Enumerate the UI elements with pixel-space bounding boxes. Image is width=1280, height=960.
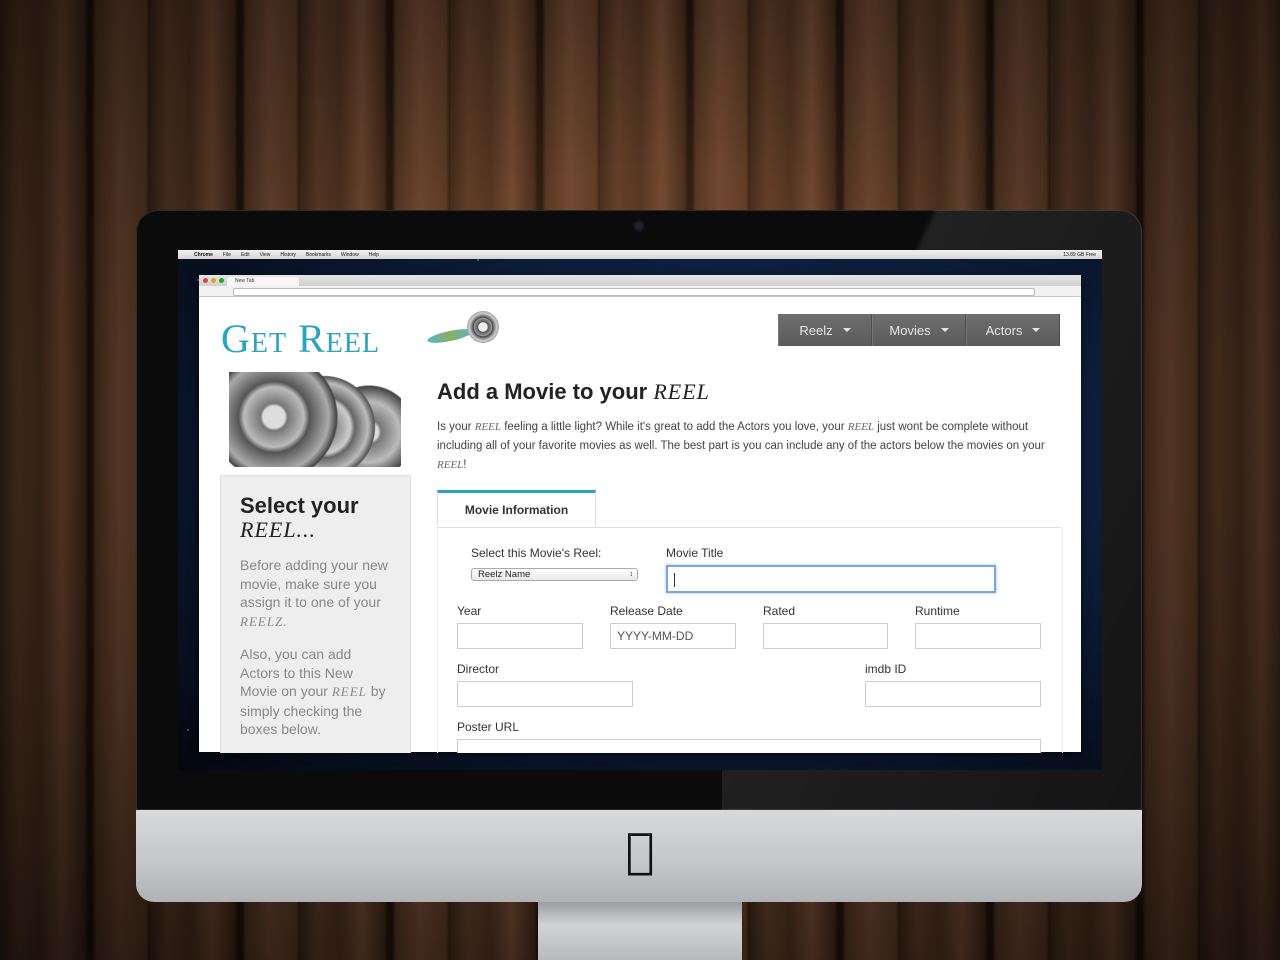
main-navbar: Reelz Movies Actors bbox=[778, 314, 1060, 346]
nav-actors-dropdown[interactable]: Actors bbox=[966, 314, 1060, 346]
main-content: Add a Movie to your REEL Is your REEL fe… bbox=[437, 379, 1061, 475]
address-bar[interactable] bbox=[233, 288, 1035, 296]
reel-select[interactable]: Reelz Name ↕ bbox=[471, 568, 638, 581]
menubar-item-help[interactable]: Help bbox=[369, 252, 379, 258]
director-label: Director bbox=[457, 662, 500, 676]
camera-icon bbox=[635, 222, 643, 230]
sidebar-panel: Select your REEL... Before adding your n… bbox=[220, 475, 411, 753]
movie-title-input[interactable] bbox=[666, 565, 996, 593]
minimize-window-button[interactable] bbox=[211, 278, 216, 283]
imac-stand bbox=[538, 902, 742, 960]
browser-window: New Tab Get Reel Reelz Movies Actors Sel… bbox=[199, 275, 1081, 753]
zoom-window-button[interactable] bbox=[219, 278, 224, 283]
film-reels-image bbox=[229, 372, 401, 467]
sidebar-text-assign: Before adding your new movie, make sure … bbox=[240, 557, 388, 629]
rated-input[interactable] bbox=[763, 623, 888, 649]
sidebar-text-actors: Also, you can add Actors to this New Mov… bbox=[240, 646, 386, 737]
intro-paragraph: Is your REEL feeling a little light? Whi… bbox=[437, 421, 1045, 471]
menubar-item-history[interactable]: History bbox=[280, 252, 296, 258]
close-window-button[interactable] bbox=[203, 278, 208, 283]
select-arrows-icon: ↕ bbox=[629, 571, 634, 578]
text-cursor bbox=[674, 572, 675, 587]
runtime-input[interactable] bbox=[915, 623, 1041, 649]
caret-down-icon bbox=[842, 328, 851, 332]
form-tabs: Movie Information bbox=[437, 490, 1061, 528]
year-label: Year bbox=[457, 604, 482, 618]
menubar-item-window[interactable]: Window bbox=[341, 252, 359, 258]
year-input[interactable] bbox=[457, 623, 583, 649]
rated-label: Rated bbox=[763, 604, 796, 618]
imdb-label: imdb ID bbox=[865, 662, 907, 676]
poster-url-input[interactable] bbox=[457, 739, 1041, 753]
menubar-item-edit[interactable]: Edit bbox=[241, 252, 250, 258]
caret-down-icon bbox=[1032, 328, 1041, 332]
nav-reelz-dropdown[interactable]: Reelz bbox=[778, 314, 872, 346]
window-controls bbox=[203, 278, 224, 283]
imdb-input[interactable] bbox=[865, 681, 1041, 707]
release-date-input[interactable]: YYYY-MM-DD bbox=[610, 623, 736, 649]
nav-movies-label: Movies bbox=[889, 322, 931, 338]
reel-select-label: Select this Movie's Reel: bbox=[471, 546, 602, 560]
site-logo[interactable]: Get Reel bbox=[221, 315, 380, 362]
runtime-label: Runtime bbox=[915, 604, 960, 618]
nav-reelz-label: Reelz bbox=[799, 322, 833, 338]
release-date-label: Release Date bbox=[610, 604, 683, 618]
menubar-item-view[interactable]: View bbox=[260, 252, 271, 258]
browser-tab[interactable]: New Tab bbox=[227, 277, 299, 286]
desktop-screen: Chrome File Edit View History Bookmarks … bbox=[178, 250, 1102, 770]
web-page: Get Reel Reelz Movies Actors Select your… bbox=[199, 297, 1081, 753]
page-title: Add a Movie to your REEL bbox=[437, 379, 710, 404]
apple-logo-icon:  bbox=[618, 824, 662, 878]
browser-toolbar bbox=[199, 286, 1081, 297]
menubar-item-bookmarks[interactable]: Bookmarks bbox=[306, 252, 331, 258]
poster-url-label: Poster URL bbox=[457, 720, 520, 734]
mac-menubar: Chrome File Edit View History Bookmarks … bbox=[178, 250, 1102, 259]
director-input[interactable] bbox=[457, 681, 633, 707]
menubar-item-file[interactable]: File bbox=[223, 252, 231, 258]
movie-title-label: Movie Title bbox=[666, 546, 724, 560]
menubar-status: 13.89 GB Free bbox=[1063, 251, 1096, 258]
caret-down-icon bbox=[940, 328, 949, 332]
browser-tab-strip: New Tab bbox=[199, 275, 1081, 286]
sidebar-heading: Select your REEL... bbox=[240, 493, 359, 542]
nav-actors-label: Actors bbox=[985, 322, 1023, 338]
tab-movie-information[interactable]: Movie Information bbox=[437, 490, 596, 526]
film-reel-icon bbox=[467, 311, 499, 343]
nav-movies-dropdown[interactable]: Movies bbox=[872, 314, 966, 346]
movie-form: Select this Movie's Reel: Reelz Name ↕ M… bbox=[437, 527, 1063, 753]
menubar-app-name[interactable]: Chrome bbox=[194, 252, 213, 258]
